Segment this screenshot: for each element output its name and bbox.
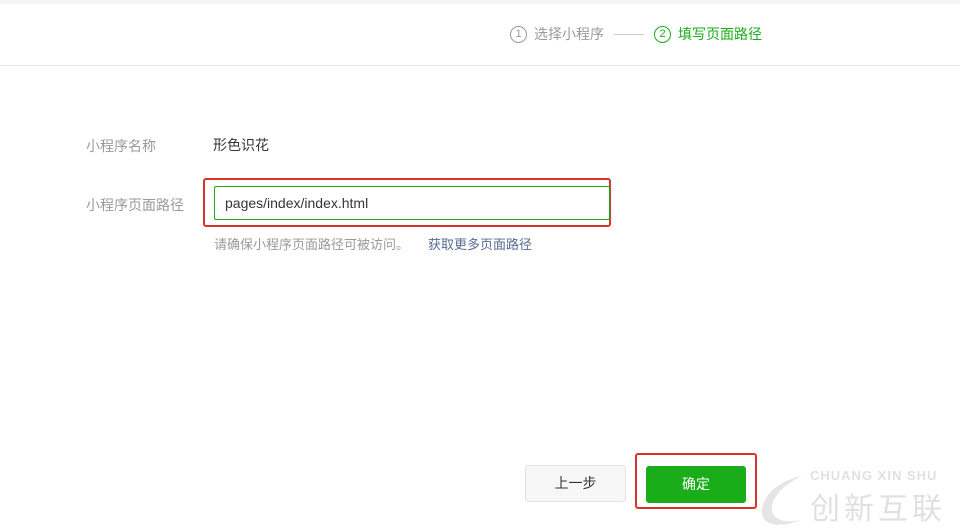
watermark-logo: CHUANG XIN SHU 创新互联 — [752, 466, 960, 530]
more-paths-link[interactable]: 获取更多页面路径 — [428, 234, 532, 253]
step-2-number-icon: 2 — [654, 25, 671, 43]
step-1: 1 选择小程序 — [510, 24, 604, 44]
top-border — [0, 0, 960, 4]
page-path-input[interactable] — [214, 186, 610, 220]
page-path-label: 小程序页面路径 — [86, 197, 184, 213]
step-connector — [614, 34, 644, 35]
miniprogram-name-label: 小程序名称 — [86, 138, 156, 154]
miniprogram-name-value: 形色识花 — [213, 137, 269, 153]
step-1-label: 选择小程序 — [534, 26, 604, 42]
previous-step-button[interactable]: 上一步 — [525, 465, 626, 502]
header-divider — [0, 65, 960, 66]
step-1-number-icon: 1 — [510, 25, 527, 43]
step-2: 2 填写页面路径 — [654, 24, 762, 44]
path-hint-text: 请确保小程序页面路径可被访问。 — [214, 237, 410, 252]
confirm-button[interactable]: 确定 — [646, 466, 746, 503]
step-2-label: 填写页面路径 — [678, 26, 762, 42]
watermark-swoosh-icon — [761, 476, 802, 525]
watermark-main-text: 创新互联 — [810, 493, 946, 526]
watermark-top-text: CHUANG XIN SHU — [810, 468, 938, 483]
step-indicator: 1 选择小程序 2 填写页面路径 — [0, 24, 960, 44]
